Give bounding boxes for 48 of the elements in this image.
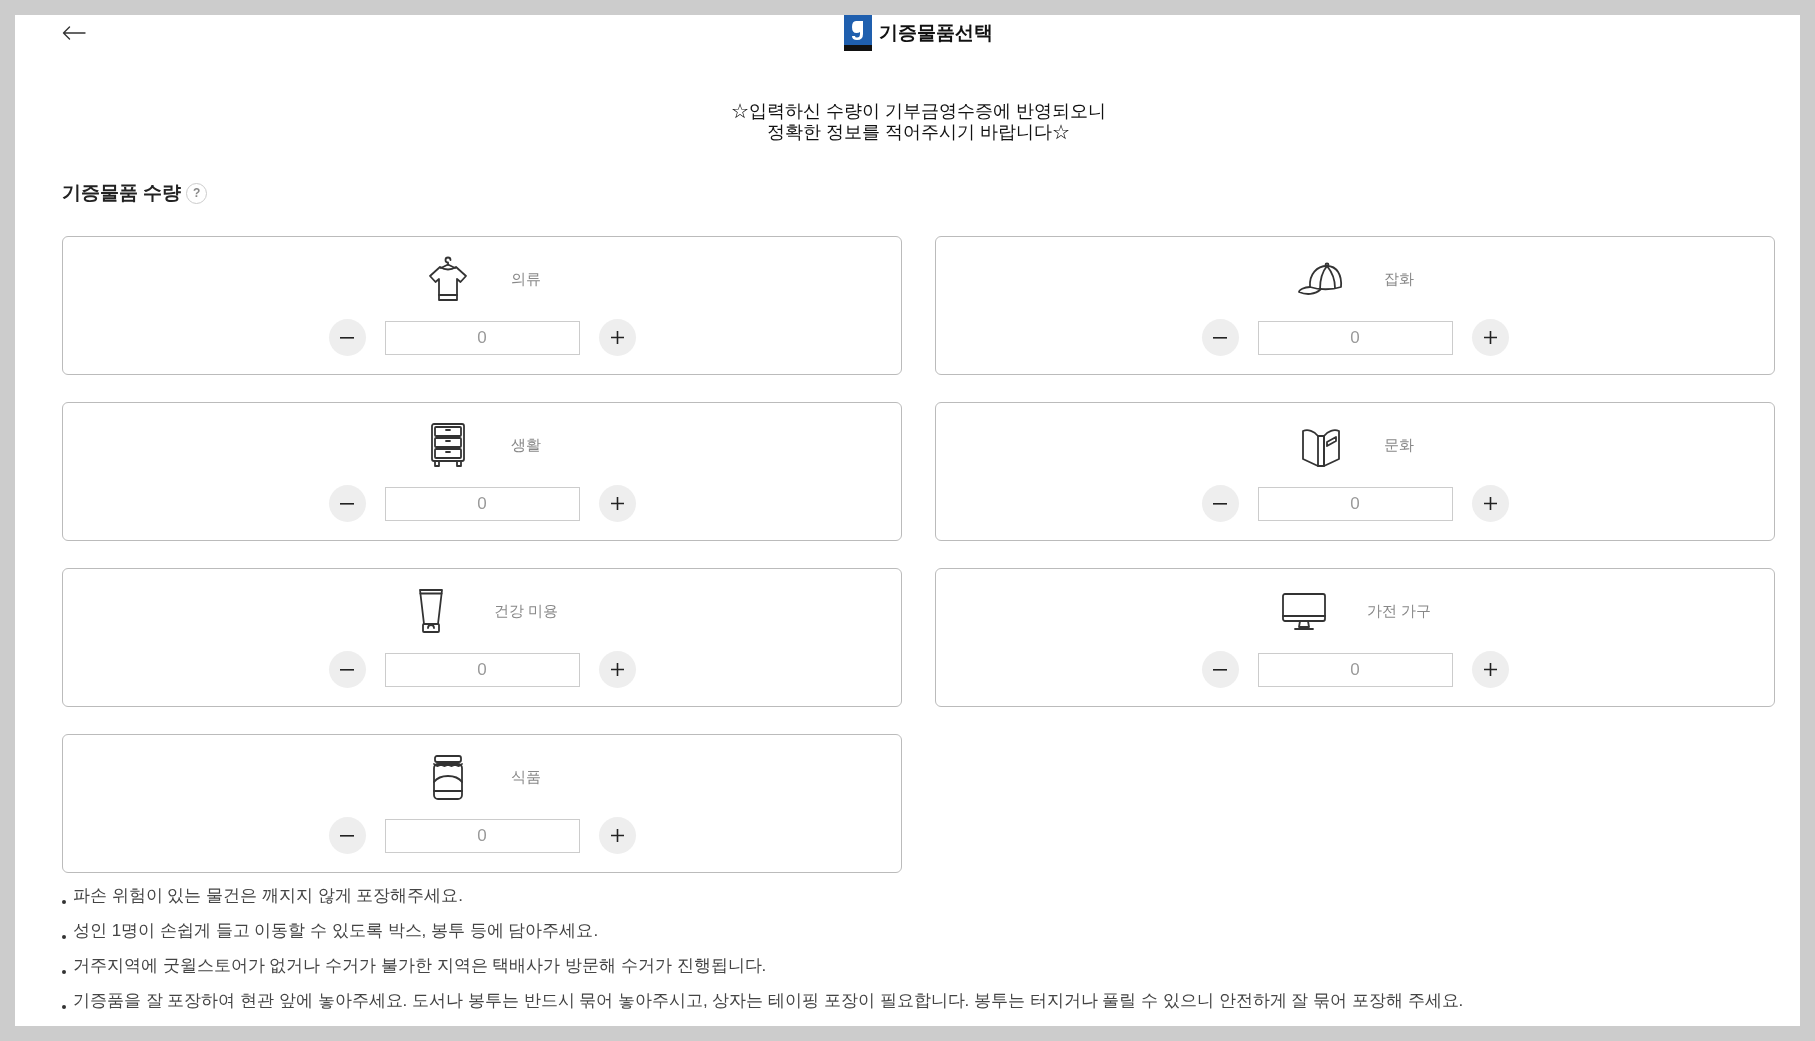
note-text: 기증품을 잘 포장하여 현관 앞에 놓아주세요. 도서나 봉투는 반드시 묶어 놓아주시고, 상자는 테이핑 포장이 필요합니다. 봉투는 터지거나 풀릴 수 있으니 안전하게 잘 묶어 포장해 주세요.: [73, 990, 1464, 1013]
increase-button[interactable]: [1471, 319, 1509, 356]
back-arrow-icon: [62, 26, 86, 40]
plus-icon: [1483, 497, 1497, 510]
minus-icon: [1213, 336, 1227, 339]
back-button[interactable]: [62, 25, 86, 41]
notice-text: ☆입력하신 수량이 기부금영수증에 반영되오니 정확한 정보를 적어주시기 바랍니다☆: [730, 101, 1107, 143]
section-title: 기증물품 수량: [62, 181, 182, 205]
category-label: 식품: [511, 766, 541, 787]
plus-icon: [1483, 663, 1497, 676]
category-label: 가전 가구: [1366, 600, 1432, 621]
plus-icon: [610, 497, 624, 510]
quantity-field[interactable]: 0: [384, 320, 580, 355]
increase-button[interactable]: [598, 319, 636, 356]
minus-icon: [340, 834, 354, 837]
page-title: 기증물품선택: [879, 20, 993, 45]
increase-button[interactable]: [1471, 651, 1509, 688]
minus-icon: [1213, 502, 1227, 505]
plus-icon: [1483, 331, 1497, 344]
category-label: 생활: [511, 434, 541, 455]
bullet-icon: [62, 900, 66, 904]
quantity-field[interactable]: 0: [384, 818, 580, 853]
plus-icon: [610, 331, 624, 344]
increase-button[interactable]: [598, 485, 636, 522]
quantity-field[interactable]: 0: [1257, 320, 1453, 355]
minus-icon: [340, 668, 354, 671]
increase-button[interactable]: [598, 817, 636, 854]
bullet-icon: [62, 935, 66, 939]
increase-button[interactable]: [1471, 485, 1509, 522]
category-label: 의류: [511, 268, 541, 289]
category-label: 건강 미용: [493, 600, 559, 621]
minus-icon: [340, 502, 354, 505]
plus-icon: [610, 663, 624, 676]
quantity-field[interactable]: 0: [1257, 486, 1453, 521]
plus-icon: [610, 829, 624, 842]
category-label: 문화: [1384, 434, 1414, 455]
bullet-icon: [62, 1005, 66, 1009]
note-text: 성인 1명이 손쉽게 들고 이동할 수 있도록 박스, 봉투 등에 담아주세요.: [73, 920, 599, 943]
note-text: 파손 위험이 있는 물건은 깨지지 않게 포장해주세요.: [73, 885, 464, 908]
quantity-field[interactable]: 0: [1257, 652, 1453, 687]
quantity-field[interactable]: 0: [384, 652, 580, 687]
bullet-icon: [62, 970, 66, 974]
note-text: 거주지역에 굿윌스토어가 없거나 수거가 불가한 지역은 택배사가 방문해 수거가 진행됩니다.: [73, 955, 767, 978]
quantity-field[interactable]: 0: [384, 486, 580, 521]
minus-icon: [340, 336, 354, 339]
minus-icon: [1213, 668, 1227, 671]
increase-button[interactable]: [598, 651, 636, 688]
category-label: 잡화: [1384, 268, 1414, 289]
